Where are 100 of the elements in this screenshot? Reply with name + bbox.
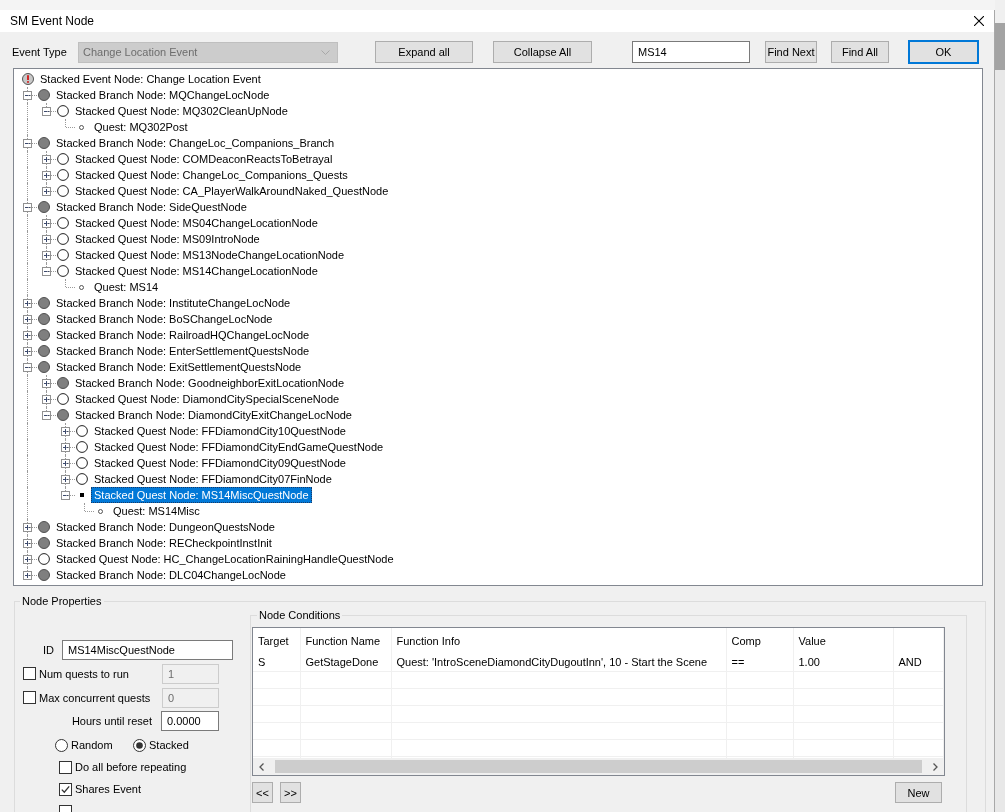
small-circle-icon: [79, 124, 84, 130]
checkbox[interactable]: [59, 760, 72, 774]
collapse-icon[interactable]: [23, 363, 32, 372]
expand-icon[interactable]: [42, 395, 51, 404]
filled-circle-icon: [37, 537, 50, 549]
tree-item[interactable]: Stacked Quest Node: MS13NodeChangeLocationNode: [72, 247, 348, 263]
tree-item[interactable]: Stacked Branch Node: DiamondCityExitChangeLocNode: [72, 407, 355, 423]
tree-item[interactable]: Stacked Quest Node: FFDiamondCity10QuestNode: [91, 423, 349, 439]
circle-icon: [75, 457, 88, 469]
filled-circle-icon: [37, 329, 50, 341]
expand-icon[interactable]: [23, 315, 32, 324]
tree-item[interactable]: Stacked Quest Node: HC_ChangeLocationRainingHandleQuestNode: [53, 551, 397, 567]
tree-item[interactable]: Stacked Branch Node: RECheckpointInstInit: [53, 535, 275, 551]
filled-circle-icon: [37, 361, 50, 373]
collapse-icon[interactable]: [23, 203, 32, 212]
window-title: SM Event Node: [10, 14, 95, 28]
circle-icon: [75, 441, 88, 453]
circle-icon: [56, 185, 69, 197]
ok-button[interactable]: OK: [908, 40, 979, 64]
tree-item[interactable]: Stacked Quest Node: FFDiamondCityEndGameQuestNode: [91, 439, 387, 455]
tree-item[interactable]: Stacked Branch Node: ChangeLoc_Companions_Branch: [53, 135, 338, 151]
radio-button[interactable]: [133, 738, 146, 752]
table-cell: Quest: 'IntroSceneDiamondCityDugoutInn', 10 - Start the Scene: [391, 654, 726, 671]
tree-item[interactable]: Stacked Branch Node: InstituteChangeLocNode: [53, 295, 294, 311]
tree-item[interactable]: Stacked Quest Node: MS14MiscQuestNode: [91, 487, 312, 503]
column-header[interactable]: Comp: [726, 628, 793, 654]
tree-item[interactable]: Stacked Quest Node: CA_PlayerWalkAroundNaked_QuestNode: [72, 183, 392, 199]
tree-item[interactable]: Stacked Branch Node: RailroadHQChangeLocNode: [53, 327, 313, 343]
tree-item[interactable]: Stacked Branch Node: GoodneighborExitLocationNode: [72, 375, 348, 391]
column-header[interactable]: Value: [793, 628, 893, 654]
tree-item[interactable]: Stacked Branch Node: SideQuestNode: [53, 199, 250, 215]
expand-icon[interactable]: [42, 155, 51, 164]
collapse-icon[interactable]: [42, 107, 51, 116]
tree-item[interactable]: Stacked Quest Node: DiamondCitySpecialSceneNode: [72, 391, 343, 407]
expand-icon[interactable]: [23, 571, 32, 580]
expand-icon[interactable]: [23, 539, 32, 548]
tree-item[interactable]: Stacked Quest Node: FFDiamondCity09QuestNode: [91, 455, 349, 471]
tree-item[interactable]: Stacked Branch Node: MQChangeLocNode: [53, 87, 273, 103]
expand-icon[interactable]: [23, 523, 32, 532]
expand-icon[interactable]: [42, 171, 51, 180]
expand-icon[interactable]: [23, 555, 32, 564]
tree-item[interactable]: Stacked Quest Node: COMDeaconReactsToBetrayal: [72, 151, 336, 167]
tree-item[interactable]: Quest: MS14: [91, 279, 162, 295]
id-label: ID: [42, 644, 54, 656]
column-header[interactable]: Function Info: [391, 628, 726, 654]
find-next-button[interactable]: Find Next: [765, 41, 817, 63]
tree-item[interactable]: Stacked Quest Node: FFDiamondCity07FinNode: [91, 471, 335, 487]
search-field[interactable]: MS14: [632, 41, 750, 63]
radio-button[interactable]: [55, 738, 68, 752]
collapse-icon[interactable]: [23, 91, 32, 100]
tree-item[interactable]: Stacked Quest Node: MQ302CleanUpNode: [72, 103, 291, 119]
filled-circle-icon: [37, 345, 50, 357]
horizontal-scrollbar[interactable]: [253, 758, 944, 775]
expand-icon[interactable]: [61, 427, 70, 436]
tree-item[interactable]: Stacked Quest Node: MS14ChangeLocationNode: [72, 263, 321, 279]
collapse-icon[interactable]: [23, 139, 32, 148]
expand-icon[interactable]: [42, 219, 51, 228]
close-button[interactable]: [974, 16, 984, 26]
tree-item[interactable]: Stacked Branch Node: BoSChangeLocNode: [53, 311, 276, 327]
id-field[interactable]: MS14MiscQuestNode: [62, 640, 233, 660]
caret-icon: [321, 49, 330, 55]
expand-icon[interactable]: [42, 251, 51, 260]
checkbox[interactable]: [59, 782, 72, 796]
previous-button[interactable]: <<: [252, 782, 273, 803]
expand-icon[interactable]: [42, 235, 51, 244]
tree-item[interactable]: Stacked Quest Node: MS09IntroNode: [72, 231, 263, 247]
next-button[interactable]: >>: [280, 782, 301, 803]
scrollbar-thumb[interactable]: [275, 760, 922, 773]
tree-item[interactable]: Stacked Quest Node: ChangeLoc_Companions_Quests: [72, 167, 351, 183]
tree-item[interactable]: Stacked Event Node: Change Location Event: [37, 71, 264, 87]
tree-item[interactable]: Stacked Quest Node: MS04ChangeLocationNode: [72, 215, 321, 231]
expand-icon[interactable]: [23, 331, 32, 340]
expand-icon[interactable]: [23, 347, 32, 356]
expand-icon[interactable]: [23, 299, 32, 308]
expand-icon[interactable]: [61, 443, 70, 452]
tree-item[interactable]: Stacked Branch Node: EnterSettlementQuestsNode: [53, 343, 313, 359]
circle-icon: [56, 217, 69, 229]
tree-item[interactable]: Stacked Branch Node: DLC04ChangeLocNode: [53, 567, 289, 583]
expand-all-button[interactable]: Expand all: [375, 41, 473, 63]
new-button[interactable]: New: [895, 782, 942, 803]
column-header[interactable]: Target: [253, 628, 300, 654]
tree-item[interactable]: Stacked Branch Node: ExitSettlementQuestsNode: [53, 359, 305, 375]
collapse-icon[interactable]: [61, 491, 70, 500]
tree-item[interactable]: Stacked Branch Node: DungeonQuestsNode: [53, 519, 278, 535]
column-header[interactable]: Function Name: [300, 628, 391, 654]
tree-item[interactable]: Quest: MS14Misc: [110, 503, 203, 519]
collapse-icon[interactable]: [42, 411, 51, 420]
hours-field[interactable]: 0.0000: [161, 710, 219, 731]
expand-icon[interactable]: [61, 475, 70, 484]
collapse-all-button[interactable]: Collapse All: [493, 41, 592, 63]
tree-item[interactable]: Quest: MQ302Post: [91, 119, 191, 135]
circle-icon: [56, 169, 69, 181]
circle-icon: [56, 249, 69, 261]
expand-icon[interactable]: [42, 379, 51, 388]
expand-icon[interactable]: [61, 459, 70, 468]
collapse-icon[interactable]: [42, 267, 51, 276]
circle-icon: [37, 553, 50, 565]
find-all-button[interactable]: Find All: [831, 41, 889, 63]
expand-icon[interactable]: [42, 187, 51, 196]
table-cell: 1.00: [793, 654, 893, 671]
